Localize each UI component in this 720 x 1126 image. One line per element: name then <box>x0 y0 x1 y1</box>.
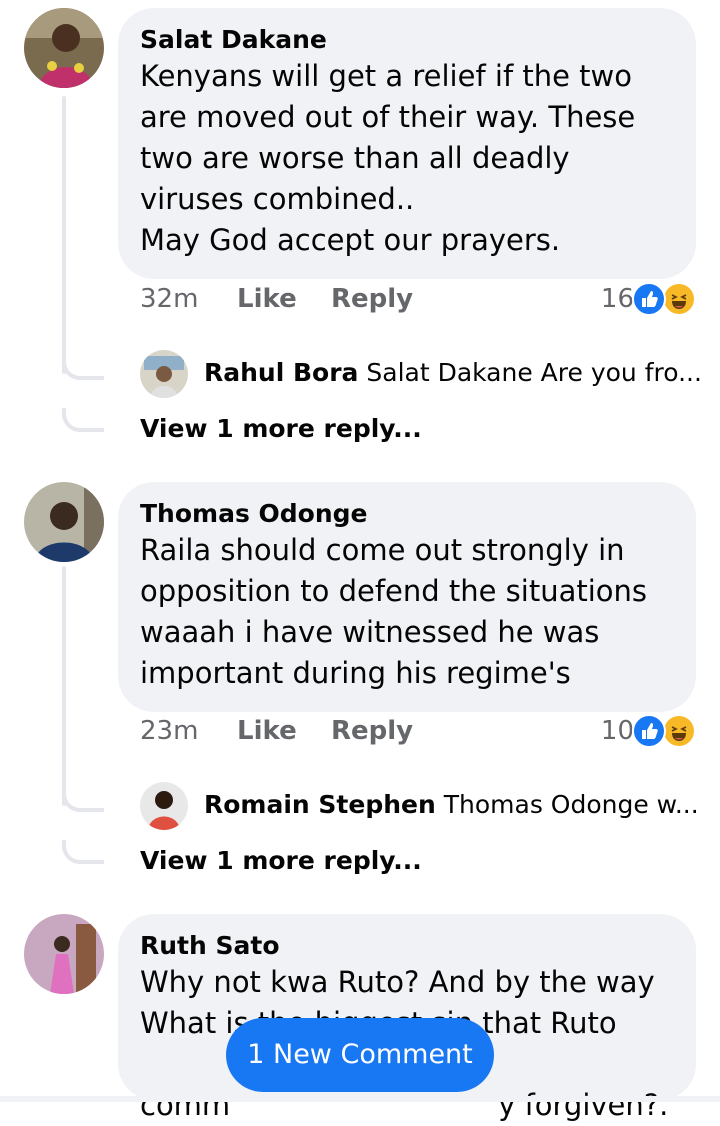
comment-bubble: Thomas Odonge Raila should come out stro… <box>118 482 696 712</box>
comment-text: Raila should come out strongly in opposi… <box>140 533 648 690</box>
reply-preview-text: Rahul Bora Salat Dakane Are you fro... <box>204 358 702 387</box>
bottom-divider <box>0 1096 720 1102</box>
thread-line <box>62 96 66 374</box>
reply-button[interactable]: Reply <box>331 716 413 746</box>
comment-actions: 23m Like Reply 10 <box>140 714 696 756</box>
comment-actions: 32m Like Reply 16 <box>140 282 696 324</box>
avatar[interactable] <box>24 914 104 994</box>
avatar[interactable] <box>24 482 104 562</box>
view-more-replies-link[interactable]: View 1 more reply... <box>140 414 422 443</box>
reply-snippet: Salat Dakane Are you fro... <box>366 358 702 387</box>
comment-text-fragment: comm <box>140 1088 231 1122</box>
reply-preview-text: Romain Stephen Thomas Odonge w... <box>204 790 699 819</box>
comment-timestamp[interactable]: 32m <box>140 284 198 314</box>
view-more-replies-link[interactable]: View 1 more reply... <box>140 846 422 875</box>
thread-branch <box>62 408 104 432</box>
haha-reaction-icon[interactable] <box>662 282 696 316</box>
avatar[interactable] <box>24 8 104 88</box>
comment-author[interactable]: Salat Dakane <box>140 24 672 56</box>
thread-branch <box>62 840 104 864</box>
comment-text-fragment: y forgiven?. <box>498 1088 669 1122</box>
reaction-count[interactable]: 16 <box>601 284 634 314</box>
new-comment-button[interactable]: 1 New Comment <box>226 1018 494 1092</box>
comment-author[interactable]: Thomas Odonge <box>140 498 672 530</box>
comment-timestamp[interactable]: 23m <box>140 716 198 746</box>
reaction-count[interactable]: 10 <box>601 716 634 746</box>
like-button[interactable]: Like <box>237 716 297 746</box>
reply-author[interactable]: Rahul Bora <box>204 358 358 387</box>
comment-author[interactable]: Ruth Sato <box>140 930 672 962</box>
thread-branch <box>62 788 104 812</box>
reply-preview[interactable]: Rahul Bora Salat Dakane Are you fro... <box>140 350 702 400</box>
reply-snippet: Thomas Odonge w... <box>443 790 699 819</box>
like-reaction-icon[interactable] <box>632 714 666 748</box>
thread-branch <box>62 356 104 380</box>
comment-bubble: Salat Dakane Kenyans will get a relief i… <box>118 8 696 279</box>
haha-reaction-icon[interactable] <box>662 714 696 748</box>
thread-line <box>62 566 66 806</box>
reply-author[interactable]: Romain Stephen <box>204 790 436 819</box>
avatar[interactable] <box>140 782 188 830</box>
comment-text: Kenyans will get a relief if the two are… <box>140 59 636 257</box>
reply-preview[interactable]: Romain Stephen Thomas Odonge w... <box>140 782 699 832</box>
like-button[interactable]: Like <box>237 284 297 314</box>
avatar[interactable] <box>140 350 188 398</box>
comment-text-line: Why not kwa Ruto? And by the way <box>140 965 655 999</box>
reply-button[interactable]: Reply <box>331 284 413 314</box>
like-reaction-icon[interactable] <box>632 282 666 316</box>
